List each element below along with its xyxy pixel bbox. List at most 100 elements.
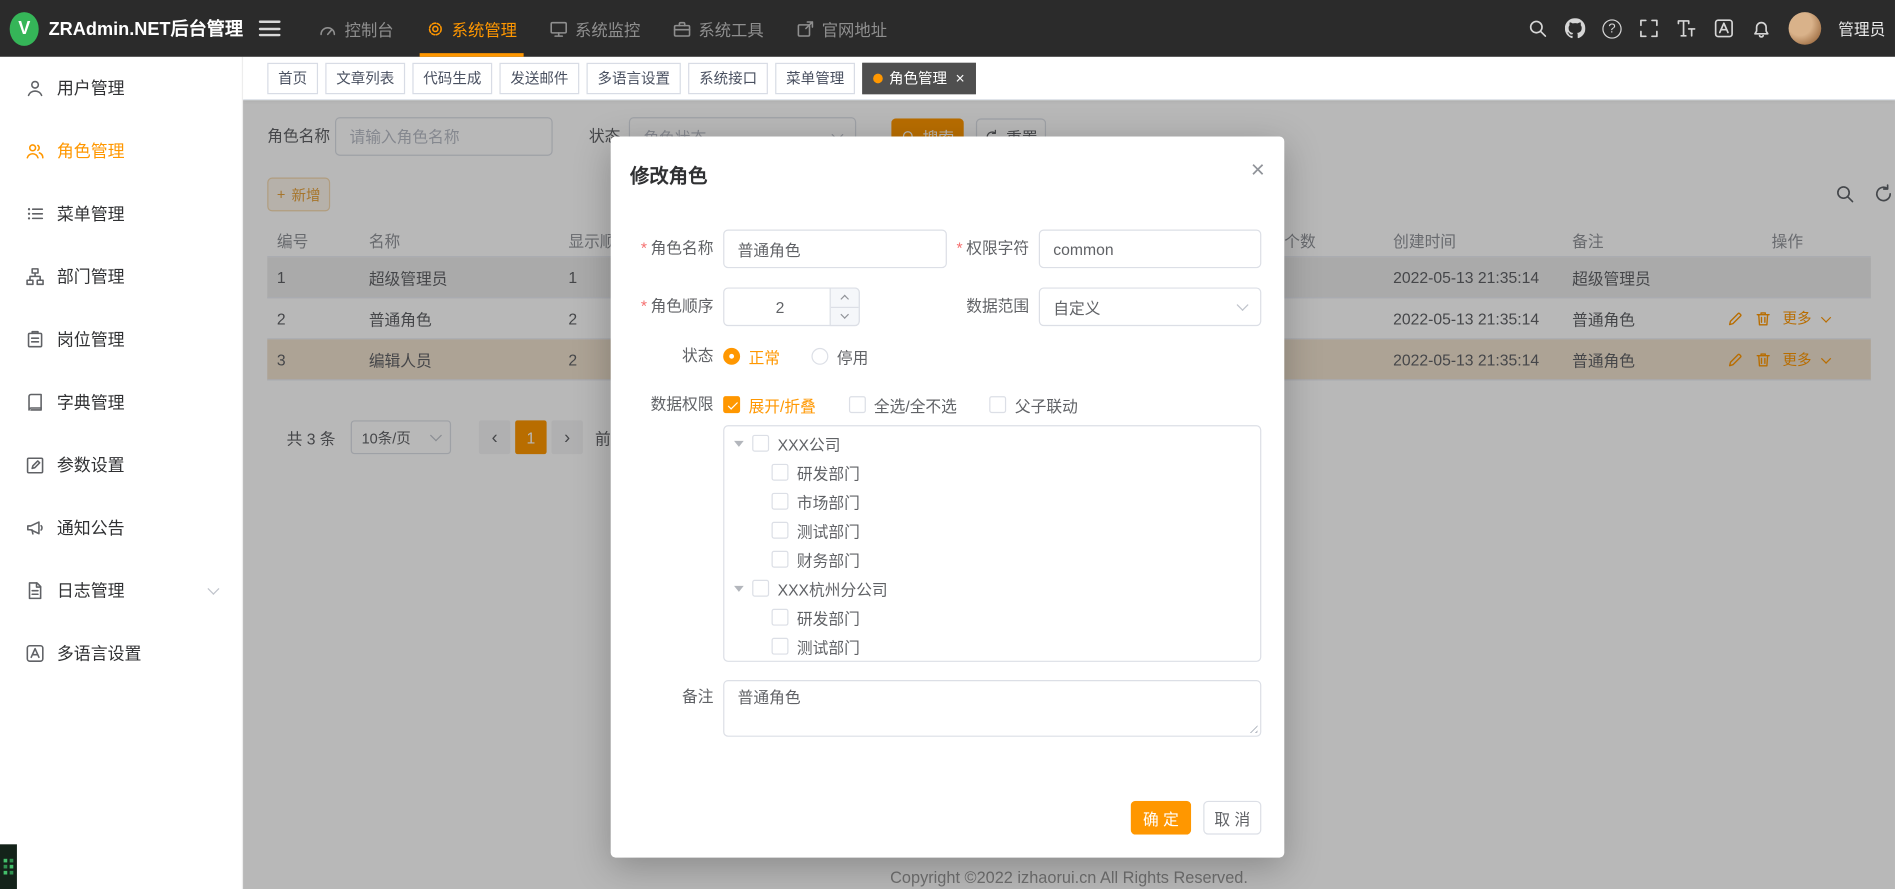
sidebar-item-log-manage[interactable]: 日志管理: [0, 559, 242, 622]
radio-disabled[interactable]: 停用: [811, 345, 868, 368]
checkbox-icon[interactable]: [772, 522, 789, 539]
perm-string-label: *权限字符: [926, 229, 1029, 268]
sidebar-item-role-manage[interactable]: 角色管理: [0, 120, 242, 183]
role-name-input[interactable]: [738, 231, 933, 267]
font-size-icon[interactable]: [1676, 18, 1697, 39]
required-asterisk: *: [641, 239, 647, 257]
tab-menu-manage[interactable]: 菜单管理: [775, 62, 855, 93]
github-icon[interactable]: [1565, 18, 1586, 39]
checkbox-icon[interactable]: [772, 609, 789, 626]
user-name[interactable]: 管理员: [1838, 17, 1885, 40]
chevron-up-icon: [840, 295, 849, 304]
gear-icon: [425, 19, 444, 38]
tab-role-manage[interactable]: 角色管理 ×: [862, 62, 975, 93]
tree-node-child[interactable]: 测试部门: [724, 516, 1260, 545]
parent-child-link-checkbox[interactable]: 父子联动: [990, 393, 1078, 416]
tree-node-child[interactable]: 测试部门: [724, 632, 1260, 661]
active-tab-dot: [873, 73, 883, 83]
tab-send-mail[interactable]: 发送邮件: [500, 62, 580, 93]
select-all-checkbox[interactable]: 全选/全不选: [848, 393, 956, 416]
increase-button[interactable]: [831, 289, 859, 308]
sidebar-item-i18n-settings[interactable]: 多语言设置: [0, 622, 242, 685]
roles-icon: [25, 141, 44, 160]
search-icon[interactable]: [1527, 18, 1548, 39]
tree-node-parent[interactable]: XXX公司: [724, 429, 1260, 458]
tab-code-gen[interactable]: 代码生成: [412, 62, 492, 93]
app-logo: V: [10, 11, 39, 45]
sidebar-item-label: 通知公告: [57, 516, 125, 540]
tab-home[interactable]: 首页: [267, 62, 318, 93]
confirm-button[interactable]: 确 定: [1131, 801, 1191, 835]
sidebar-item-notice[interactable]: 通知公告: [0, 496, 242, 559]
sidebar-item-post-manage[interactable]: 岗位管理: [0, 308, 242, 371]
nav-item-website[interactable]: 官网地址: [779, 0, 902, 57]
sidebar-item-dept-manage[interactable]: 部门管理: [0, 245, 242, 308]
checkbox-icon[interactable]: [772, 638, 789, 655]
checkbox-icon[interactable]: [772, 493, 789, 510]
app-title: ZRAdmin.NET后台管理: [49, 16, 243, 41]
required-asterisk: *: [956, 239, 962, 257]
sidebar-item-param-settings[interactable]: 参数设置: [0, 434, 242, 497]
user-avatar[interactable]: [1789, 12, 1822, 45]
tab-i18n-settings[interactable]: 多语言设置: [587, 62, 681, 93]
tab-close-icon[interactable]: ×: [956, 70, 965, 86]
sidebar: 用户管理 角色管理 菜单管理 部门管理 岗位管理 字典管理 参数设置 通知公告: [0, 57, 243, 889]
number-stepper: [830, 287, 860, 326]
remark-label: 备注: [611, 678, 714, 717]
nav-item-system-manage[interactable]: 系统管理: [409, 0, 532, 57]
post-badge-icon: [25, 330, 44, 349]
checkbox-icon[interactable]: [772, 464, 789, 481]
tree-node-child[interactable]: 财务部门: [724, 545, 1260, 574]
tree-node-child[interactable]: 研发部门: [724, 603, 1260, 632]
sidebar-item-user-manage[interactable]: 用户管理: [0, 57, 242, 120]
sidebar-item-menu-manage[interactable]: 菜单管理: [0, 182, 242, 245]
sidebar-item-label: 字典管理: [57, 390, 125, 414]
nav-item-system-tools[interactable]: 系统工具: [656, 0, 779, 57]
tree-node-child[interactable]: 市场部门: [724, 487, 1260, 516]
help-icon[interactable]: ?: [1602, 19, 1621, 38]
decrease-button[interactable]: [831, 307, 859, 325]
toolbox-icon: [672, 19, 691, 38]
tab-system-api[interactable]: 系统接口: [688, 62, 768, 93]
perm-string-input[interactable]: [1053, 231, 1246, 267]
caret-down-icon[interactable]: [734, 585, 744, 591]
checkbox-icon[interactable]: [772, 551, 789, 568]
checkbox-icon: [990, 396, 1007, 413]
chevron-down-icon: [840, 310, 849, 319]
nav-label: 官网地址: [822, 16, 887, 40]
checkbox-icon[interactable]: [752, 435, 769, 452]
fullscreen-icon[interactable]: [1639, 18, 1660, 39]
sidebar-item-label: 角色管理: [57, 139, 125, 163]
data-scope-label: 数据范围: [926, 287, 1029, 326]
dialog-title: 修改角色: [630, 159, 707, 188]
menu-toggle-icon[interactable]: [259, 21, 281, 37]
remark-textarea[interactable]: 普通角色: [723, 680, 1261, 737]
nav-label: 系统监控: [575, 16, 640, 40]
sidebar-item-label: 部门管理: [57, 265, 125, 289]
caret-down-icon[interactable]: [734, 440, 744, 446]
cancel-button[interactable]: 取 消: [1203, 801, 1261, 835]
checkbox-checked-icon: [723, 396, 740, 413]
role-order-label: *角色顺序: [611, 287, 714, 326]
radio-normal[interactable]: 正常: [723, 345, 780, 368]
nav-item-system-monitor[interactable]: 系统监控: [533, 0, 656, 57]
data-scope-select[interactable]: 自定义: [1039, 287, 1262, 326]
log-document-icon: [25, 581, 44, 600]
sidebar-item-dict-manage[interactable]: 字典管理: [0, 371, 242, 434]
close-icon[interactable]: ×: [1251, 158, 1265, 182]
tab-article-list[interactable]: 文章列表: [325, 62, 405, 93]
status-label: 状态: [611, 337, 714, 376]
status-radio-group: 正常 停用: [723, 337, 868, 376]
expand-collapse-checkbox[interactable]: 展开/折叠: [723, 393, 816, 416]
nav-item-console[interactable]: 控制台: [302, 0, 409, 57]
language-icon[interactable]: [1714, 18, 1735, 39]
role-order-input[interactable]: [738, 289, 823, 325]
tree-node-parent[interactable]: XXX杭州分公司: [724, 574, 1260, 603]
notification-bell-icon[interactable]: [1751, 18, 1772, 39]
checkbox-icon[interactable]: [752, 580, 769, 597]
tree-node-child[interactable]: 研发部门: [724, 458, 1260, 487]
logo-letter: V: [18, 18, 30, 39]
app-root: V ZRAdmin.NET后台管理 控制台 系统管理 系统监控 系统工具: [0, 0, 1895, 889]
checkbox-icon: [848, 396, 865, 413]
edit-square-icon: [25, 455, 44, 474]
